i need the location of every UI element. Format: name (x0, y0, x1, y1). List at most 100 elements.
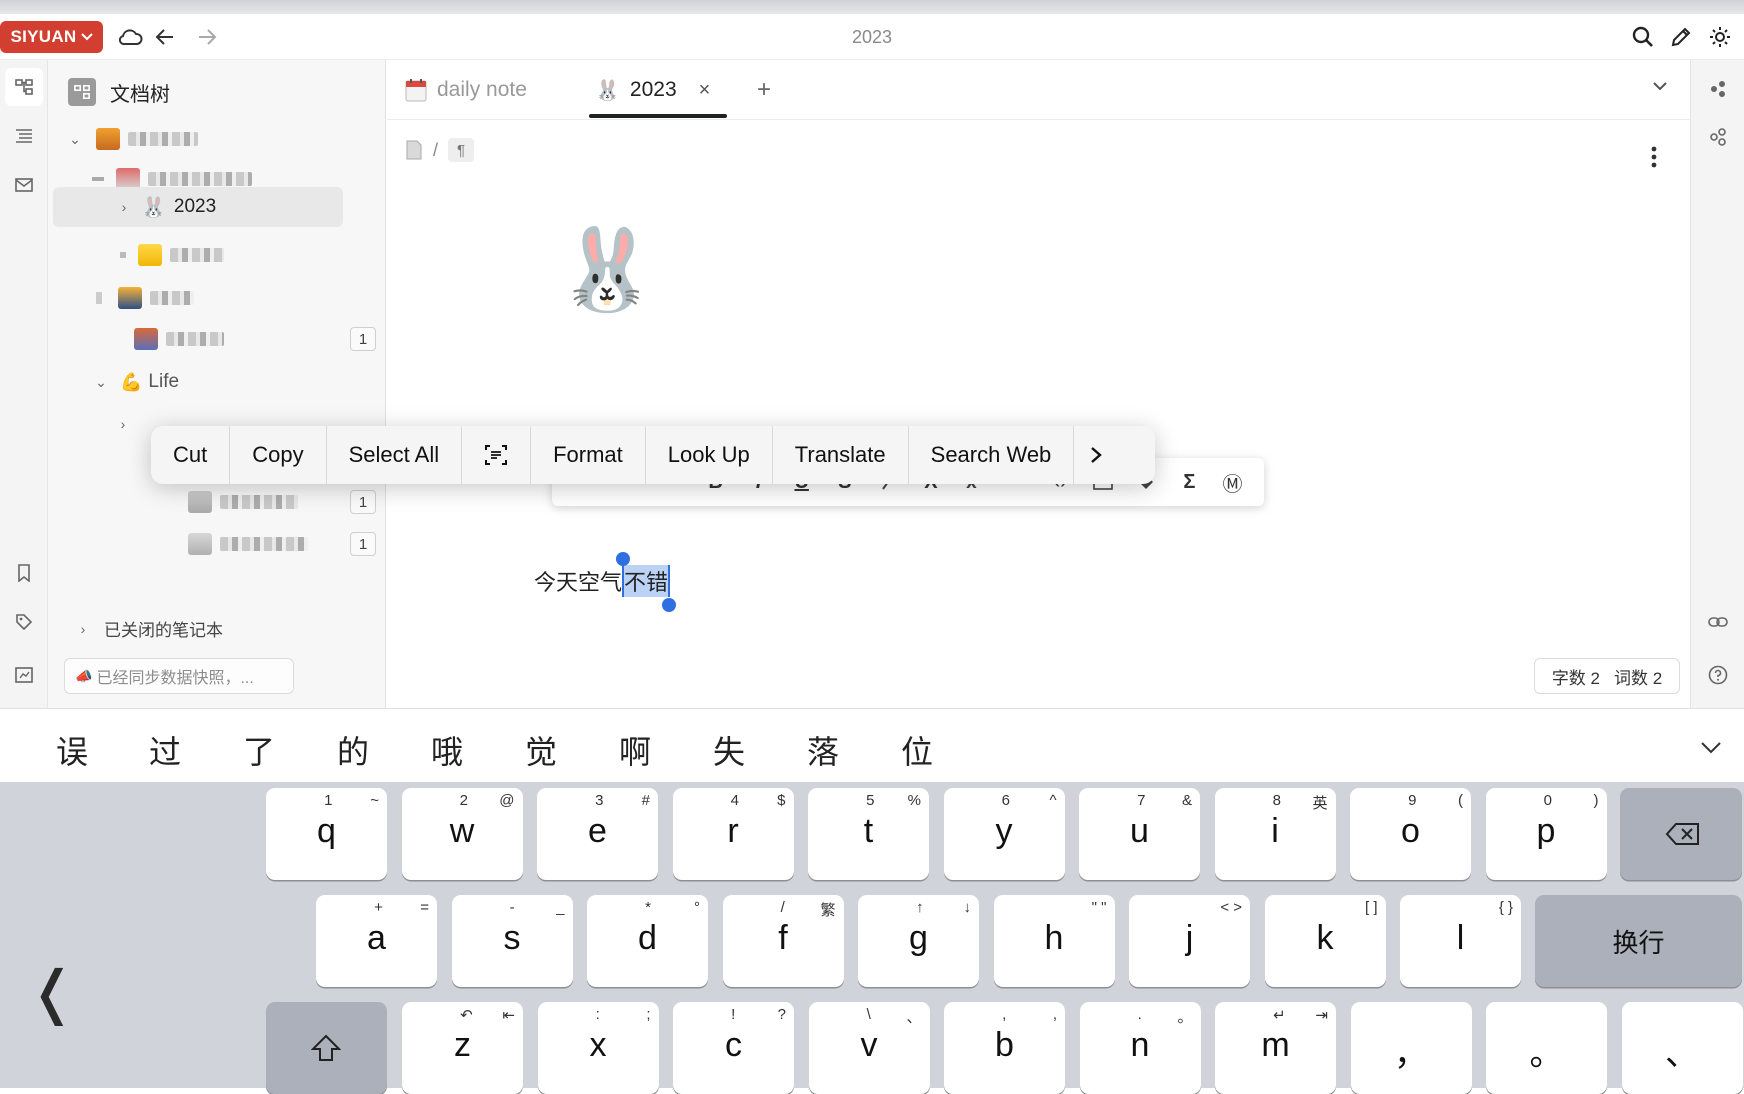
key-c[interactable]: c!? (673, 1002, 794, 1094)
tag-icon[interactable] (5, 603, 43, 641)
search-web-button[interactable]: Search Web (909, 426, 1075, 484)
selected-text[interactable]: 不错 (616, 552, 677, 612)
key-r[interactable]: r 4 $ (672, 788, 794, 880)
key-punct-9[interactable]: 、 (1621, 1002, 1743, 1094)
link-icon[interactable] (1701, 605, 1735, 639)
tree-item-life[interactable]: ⌄ 💪 Life (48, 362, 386, 402)
tree-row[interactable]: 1 (48, 524, 386, 564)
key-d[interactable]: d * ° (587, 895, 708, 987)
candidate[interactable]: 过 (135, 727, 195, 773)
dashboard-icon[interactable] (5, 656, 43, 694)
outline-icon[interactable] (5, 117, 43, 155)
closed-notebooks-toggle[interactable]: › 已关闭的笔记本 (74, 616, 223, 641)
return-key[interactable]: 换行 (1535, 895, 1742, 987)
chevron-down-icon[interactable] (1652, 78, 1668, 96)
key-o[interactable]: o 9 ( (1350, 788, 1471, 880)
chevron-down-icon[interactable] (1694, 731, 1728, 765)
candidate[interactable]: 觉 (511, 727, 571, 773)
memo-button[interactable]: Ⓜ (1211, 462, 1254, 502)
key-k[interactable]: k [ ] (1264, 895, 1386, 987)
candidate[interactable]: 哦 (417, 727, 477, 773)
key-z[interactable]: z ↶ ⇤ (402, 1002, 523, 1094)
graph-icon[interactable] (1701, 72, 1735, 106)
scan-text-button[interactable] (462, 426, 532, 484)
forward-arrow-icon[interactable] (192, 22, 222, 52)
doc-emoji-icon[interactable]: 🐰 (557, 230, 657, 310)
add-tab-button[interactable]: + (757, 70, 771, 110)
help-icon[interactable] (1701, 658, 1735, 692)
tree-item-2023[interactable]: › 🐰 2023 (53, 187, 343, 227)
file-icon[interactable] (405, 140, 423, 160)
tree-row[interactable]: ⌄ (48, 119, 386, 159)
selection-end-handle[interactable] (662, 598, 677, 612)
keyboard-left-chevron-icon[interactable]: ❬ (28, 958, 77, 1026)
tree-row[interactable] (48, 278, 386, 318)
sync-status[interactable]: 📣 已经同步数据快照，... (64, 658, 294, 694)
more-vertical-icon[interactable] (1640, 140, 1668, 174)
candidate[interactable]: 落 (793, 727, 853, 773)
key-punct-7[interactable]: ， (1350, 1002, 1472, 1094)
select-all-button[interactable]: Select All (327, 426, 463, 484)
chevron-right-icon[interactable]: › (115, 199, 133, 215)
key-t[interactable]: t 5% (808, 788, 929, 880)
key-n[interactable]: n. 。 (1079, 1002, 1201, 1094)
chevron-right-icon[interactable]: › (114, 416, 132, 432)
key-m[interactable]: m ↵ ⇥ (1215, 1002, 1336, 1094)
key-e[interactable]: e 3 # (537, 788, 658, 880)
translate-button[interactable]: Translate (773, 426, 909, 484)
key-s[interactable]: s - _ (451, 895, 573, 987)
close-icon[interactable]: × (699, 79, 711, 102)
tab-daily-note[interactable]: daily note (405, 70, 527, 110)
tab-2023[interactable]: 🐰 2023 × (595, 70, 710, 110)
candidate[interactable]: 失 (699, 727, 759, 773)
key-g[interactable]: g ↑ ↓ (858, 895, 979, 987)
paragraph-mark-icon[interactable]: ¶ (448, 138, 475, 162)
paragraph-block[interactable]: 今天空气 不错 (534, 552, 677, 612)
format-button[interactable]: Format (531, 426, 646, 484)
tree-row[interactable]: 1 (48, 319, 386, 359)
candidate[interactable]: 误 (42, 727, 102, 773)
key-a[interactable]: a + = (316, 895, 437, 987)
copy-button[interactable]: Copy (230, 426, 327, 484)
selection-start-handle[interactable] (616, 552, 631, 566)
candidate[interactable]: 了 (229, 727, 289, 773)
candidate[interactable]: 位 (887, 727, 947, 773)
key-b[interactable]: b,, (944, 1002, 1065, 1094)
key-u[interactable]: u 7 & (1079, 788, 1200, 880)
candidate[interactable]: 的 (323, 727, 383, 773)
back-arrow-icon[interactable] (150, 22, 180, 52)
key-v[interactable]: v \ 、 (808, 1002, 930, 1094)
bookmark-icon[interactable] (5, 554, 43, 592)
chevron-down-icon[interactable]: ⌄ (92, 374, 110, 391)
key-l[interactable]: l { } (1400, 895, 1521, 987)
key-x[interactable]: x:; (537, 1002, 659, 1094)
key-h[interactable]: h " " (993, 895, 1115, 987)
tree-row[interactable]: 1 (48, 482, 386, 522)
word-count[interactable]: 字数 2 词数 2 (1534, 658, 1680, 694)
key-q[interactable]: q 1 ~ (266, 788, 387, 880)
siyuan-menu-button[interactable]: SIYUAN (0, 21, 103, 53)
cut-button[interactable]: Cut (151, 426, 231, 484)
key-f[interactable]: f / 繁 (722, 895, 844, 987)
key-y[interactable]: y 6 ^ (943, 788, 1065, 880)
key-punct-8[interactable]: 。 (1486, 1002, 1607, 1094)
math-button[interactable]: Σ (1168, 462, 1211, 502)
tree-row[interactable] (48, 235, 386, 275)
chevron-right-icon[interactable] (1074, 426, 1118, 484)
shift-key[interactable] (266, 1002, 387, 1094)
doc-tree-icon[interactable] (5, 68, 43, 106)
cloud-icon[interactable] (116, 22, 146, 52)
global-graph-icon[interactable] (1701, 120, 1735, 154)
search-icon[interactable] (1628, 22, 1658, 52)
key-j[interactable]: j < > (1129, 895, 1250, 987)
candidate[interactable]: 啊 (605, 727, 665, 773)
key-i[interactable]: i 8 英 (1214, 788, 1336, 880)
chevron-down-icon[interactable]: ⌄ (66, 131, 84, 148)
delete-key[interactable] (1620, 788, 1742, 880)
inbox-icon[interactable] (5, 166, 43, 204)
key-w[interactable]: w 2 @ (401, 788, 523, 880)
pen-icon[interactable] (1666, 22, 1696, 52)
sun-icon[interactable] (1705, 22, 1735, 52)
look-up-button[interactable]: Look Up (646, 426, 773, 484)
key-p[interactable]: p 0) (1485, 788, 1607, 880)
